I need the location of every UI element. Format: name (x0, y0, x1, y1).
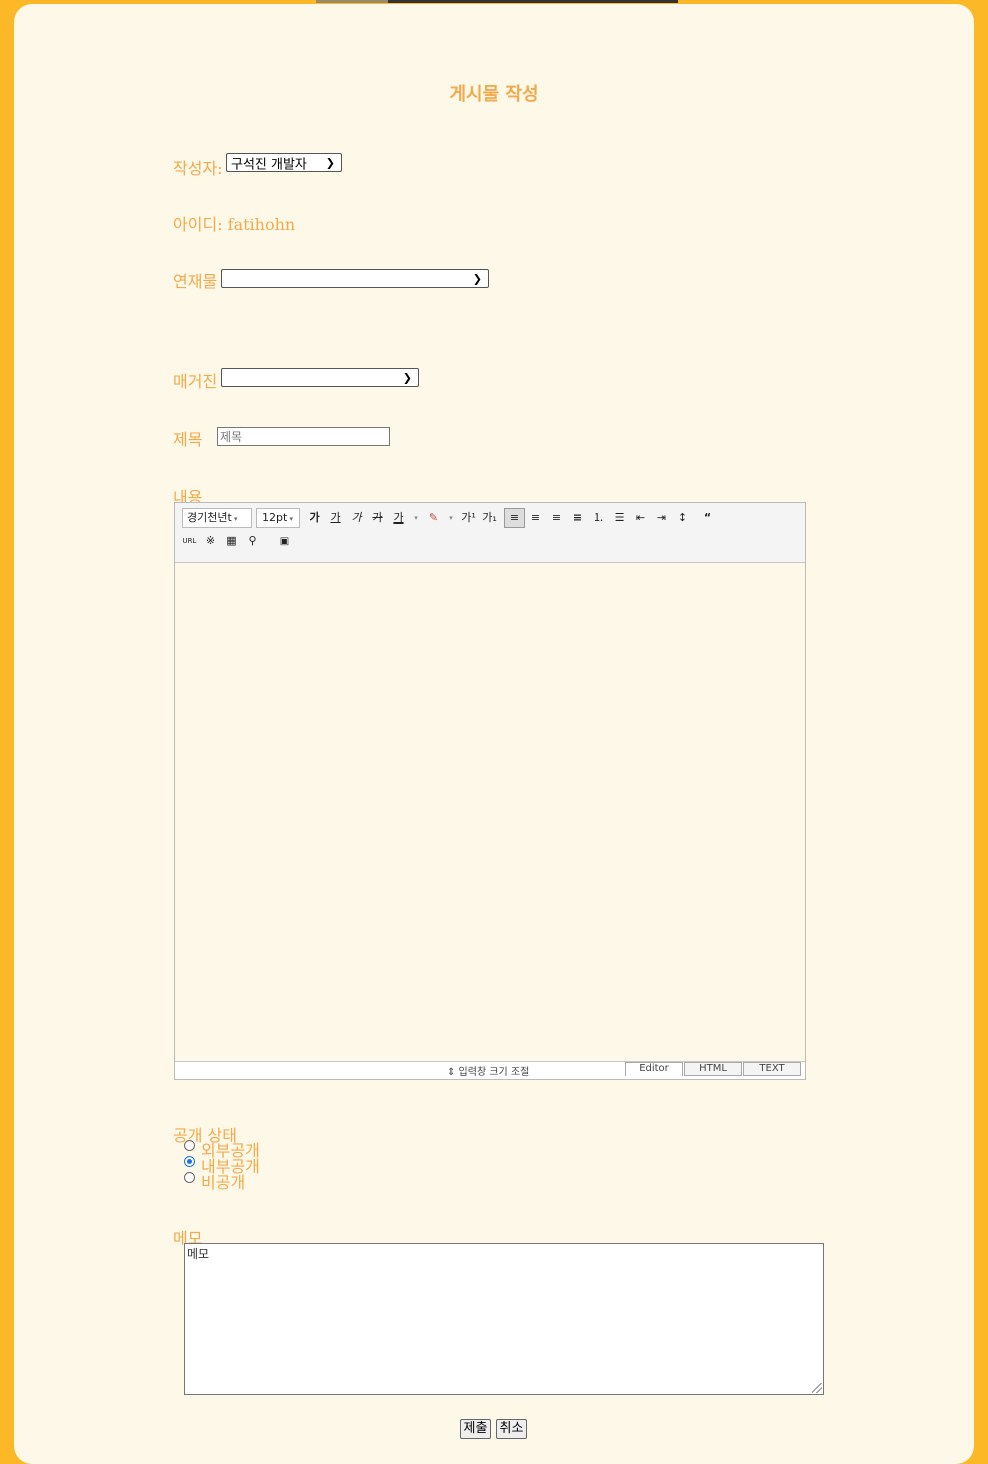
resize-grip-icon[interactable] (812, 1383, 822, 1393)
subject-input[interactable] (217, 427, 390, 446)
author-label: 작성자: (173, 159, 223, 178)
strikethrough-icon[interactable]: 가 (367, 508, 388, 528)
subject-label: 제목 (173, 430, 203, 449)
magazine-select[interactable]: ❯ (221, 368, 419, 387)
memo-textarea[interactable]: 메모 (184, 1243, 824, 1395)
table-icon[interactable]: ▦ (221, 531, 242, 551)
tab-text[interactable]: TEXT (743, 1062, 801, 1076)
font-size-value: 12pt (262, 511, 288, 524)
resize-handle[interactable]: ⇕ 입력창 크기 조절 (447, 1063, 529, 1078)
bold-icon[interactable]: 가 (304, 508, 325, 528)
tab-html[interactable]: HTML (684, 1062, 742, 1076)
page-title: 게시물 작성 (449, 84, 539, 105)
align-right-icon[interactable]: ≡ (546, 508, 567, 528)
subscript-icon[interactable]: 가₁ (479, 508, 500, 528)
author-select[interactable]: 구석진 개발자 ❯ (226, 153, 342, 172)
chevron-down-icon: ❯ (325, 156, 335, 169)
series-select[interactable]: ❯ (221, 269, 489, 288)
find-icon[interactable]: ⚲ (242, 531, 263, 551)
magazine-label: 매거진 (173, 372, 218, 391)
font-family-value: 경기천년t (187, 511, 232, 524)
align-left-icon[interactable]: ≡ (504, 508, 525, 528)
rich-text-editor: 경기천년t ▾ 12pt ▾ 가 가 가 가 가 ▾ ✎ ▾ 가¹ 가₁ ≡ ≡… (174, 502, 806, 1080)
submit-button[interactable]: 제출 (460, 1419, 491, 1439)
italic-icon[interactable]: 가 (346, 508, 367, 528)
memo-placeholder: 메모 (187, 1247, 210, 1261)
line-height-icon[interactable]: ↕ (672, 508, 693, 528)
id-value: fatihohn (227, 215, 296, 234)
align-center-icon[interactable]: ≡ (525, 508, 546, 528)
chevron-down-icon[interactable]: ▾ (411, 508, 421, 528)
ordered-list-icon[interactable]: ⒈ (588, 508, 609, 528)
tab-editor[interactable]: Editor (625, 1062, 683, 1076)
editor-footer: ⇕ 입력창 크기 조절 Editor HTML TEXT (175, 1061, 805, 1079)
text-color-icon[interactable]: 가 (388, 508, 409, 528)
cancel-button[interactable]: 취소 (496, 1419, 527, 1439)
editor-content-area[interactable] (175, 563, 805, 1062)
image-icon[interactable]: ▣ (274, 532, 295, 552)
special-char-icon[interactable]: ※ (200, 531, 221, 551)
visibility-option-label: 비공개 (201, 1173, 246, 1192)
visibility-radio-internal[interactable] (184, 1156, 195, 1167)
id-label-text: 아이디: (173, 215, 223, 234)
series-label: 연재물 (173, 272, 218, 291)
quote-icon[interactable]: “ (697, 508, 718, 528)
font-size-select[interactable]: 12pt ▾ (256, 508, 300, 528)
visibility-radio-external[interactable] (184, 1140, 195, 1151)
chevron-down-icon[interactable]: ▾ (446, 508, 456, 528)
highlight-icon[interactable]: ✎ (423, 508, 444, 528)
link-icon[interactable]: URL (179, 531, 200, 551)
outdent-icon[interactable]: ⇤ (630, 508, 651, 528)
editor-toolbar: 경기천년t ▾ 12pt ▾ 가 가 가 가 가 ▾ ✎ ▾ 가¹ 가₁ ≡ ≡… (175, 503, 805, 563)
indent-icon[interactable]: ⇥ (651, 508, 672, 528)
id-label: 아이디: fatihohn (173, 211, 295, 235)
underline-icon[interactable]: 가 (325, 508, 346, 528)
author-select-value: 구석진 개발자 (231, 157, 307, 172)
top-indicator (316, 0, 678, 3)
superscript-icon[interactable]: 가¹ (458, 508, 479, 528)
font-family-select[interactable]: 경기천년t ▾ (182, 508, 252, 528)
chevron-down-icon: ❯ (402, 371, 412, 384)
chevron-down-icon: ❯ (472, 272, 482, 285)
bullet-list-icon[interactable]: ☰ (609, 508, 630, 528)
align-justify-icon[interactable]: ≡ (567, 508, 588, 528)
visibility-radio-private[interactable] (184, 1172, 195, 1183)
